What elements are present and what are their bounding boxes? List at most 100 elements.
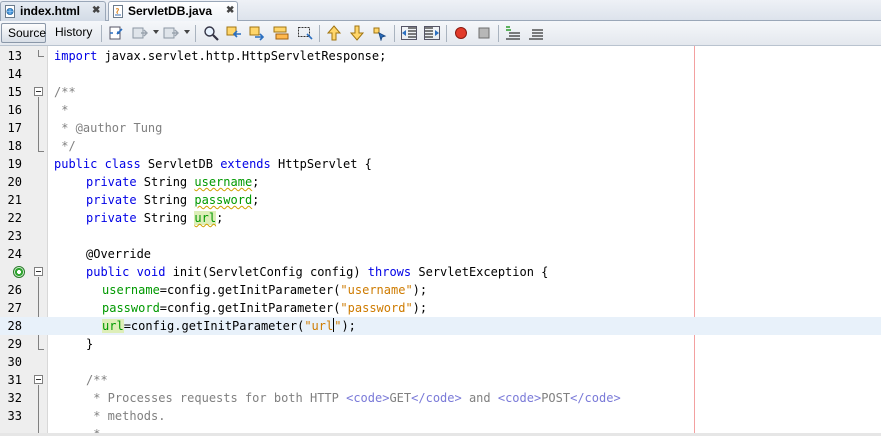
code-line[interactable]: 30 — [0, 353, 881, 371]
field-token: password — [194, 193, 253, 207]
code-token: ); — [412, 283, 428, 297]
source-view-button[interactable]: Source — [1, 23, 46, 43]
code-line[interactable]: 33 * methods. — [0, 407, 881, 425]
fold-toggle-icon[interactable] — [34, 267, 43, 276]
line-number: 30 — [7, 355, 22, 369]
comment-token: /** — [54, 85, 76, 99]
code-line[interactable]: 27 password=config.getInitParameter("pas… — [0, 299, 881, 317]
line-number: 22 — [7, 211, 22, 225]
toggle-bookmark-icon[interactable] — [372, 25, 388, 41]
close-tab-icon[interactable]: ✖ — [226, 2, 234, 20]
line-number: 21 — [7, 193, 22, 207]
code-line[interactable]: 31 /** — [0, 371, 881, 389]
html-tag-token: <code> — [497, 391, 542, 405]
field-token: username — [102, 283, 160, 297]
previous-bookmark-icon[interactable] — [326, 25, 342, 41]
line-number: 19 — [7, 157, 22, 171]
keyword-token: public class — [54, 157, 141, 171]
keyword-token: private — [86, 175, 137, 189]
code-line[interactable]: 19 public class ServletDB extends HttpSe… — [0, 155, 881, 173]
code-line[interactable]: 20 private String username; — [0, 173, 881, 191]
code-token: HttpServlet { — [270, 157, 372, 171]
string-token: "username" — [340, 283, 413, 297]
override-marker-icon[interactable] — [13, 266, 25, 278]
history-view-button[interactable]: History — [49, 23, 97, 43]
code-line[interactable]: 24 @Override — [0, 245, 881, 263]
html-tag-token: </code> — [411, 391, 462, 405]
code-line[interactable]: 15 /** — [0, 83, 881, 101]
code-token: ServletException { — [411, 265, 549, 279]
find-previous-icon[interactable] — [226, 25, 242, 41]
shift-right-icon[interactable] — [424, 25, 440, 41]
back-icon[interactable] — [132, 25, 148, 41]
code-text: url=config.getInitParameter("url"); — [102, 317, 356, 335]
chevron-down-icon[interactable] — [184, 30, 190, 34]
find-icon[interactable] — [203, 25, 219, 41]
code-text: */ — [54, 137, 76, 155]
code-line[interactable]: 29 } — [0, 335, 881, 353]
code-text: public class ServletDB extends HttpServl… — [54, 155, 372, 173]
stop-macro-icon[interactable] — [476, 25, 492, 41]
java-file-icon — [113, 5, 123, 18]
code-line[interactable]: 21 private String password; — [0, 191, 881, 209]
code-line[interactable]: 13 import javax.servlet.http.HttpServlet… — [0, 47, 881, 65]
current-code-line[interactable]: 28 url=config.getInitParameter("url"); — [0, 317, 881, 335]
comment-token: POST — [541, 391, 571, 405]
code-line[interactable]: 26 username=config.getInitParameter("use… — [0, 281, 881, 299]
code-line[interactable]: 14 — [0, 65, 881, 83]
find-selection-icon[interactable] — [297, 25, 313, 41]
code-text: private String password; — [86, 191, 259, 209]
comment-icon[interactable] — [505, 25, 521, 41]
code-token: String — [136, 175, 195, 189]
code-line[interactable]: public void init(ServletConfig config) t… — [0, 263, 881, 281]
toolbar-separator — [101, 25, 102, 42]
fold-toggle-icon[interactable] — [34, 375, 43, 384]
toolbar-separator — [446, 25, 447, 42]
line-number: 29 — [7, 337, 22, 351]
toggle-highlight-icon[interactable] — [273, 25, 289, 41]
uncomment-icon[interactable] — [528, 25, 544, 41]
code-line[interactable]: 17 * @author Tung — [0, 119, 881, 137]
code-token: ; — [216, 211, 224, 225]
tab-servletdb-java[interactable]: ServletDB.java ✖ — [108, 1, 238, 22]
line-number: 32 — [7, 391, 22, 405]
toolbar-separator — [498, 25, 499, 42]
close-tab-icon[interactable]: ✖ — [92, 2, 100, 20]
comment-token: * — [54, 103, 69, 117]
code-line[interactable]: 18 */ — [0, 137, 881, 155]
code-text: /** — [54, 83, 76, 101]
code-token: javax.servlet.http.HttpServletResponse; — [97, 49, 387, 63]
code-token: =config.getInitParameter( — [159, 283, 341, 297]
comment-token: GET — [389, 391, 412, 405]
field-token: username — [194, 175, 253, 189]
shift-left-icon[interactable] — [401, 25, 417, 41]
tab-label: ServletDB.java — [128, 4, 213, 18]
line-number: 27 — [7, 301, 22, 315]
code-text: } — [86, 335, 93, 353]
code-token: ServletDB — [140, 157, 221, 171]
next-bookmark-icon[interactable] — [349, 25, 365, 41]
code-line[interactable]: 32 * Processes requests for both HTTP <c… — [0, 389, 881, 407]
line-number: 14 — [7, 67, 22, 81]
keyword-token: private — [86, 211, 137, 225]
code-text: private String username; — [86, 173, 259, 191]
code-editor[interactable]: 13 import javax.servlet.http.HttpServlet… — [0, 46, 881, 441]
line-number: 20 — [7, 175, 22, 189]
tab-index-html[interactable]: index.html ✖ — [0, 1, 106, 21]
editor-tab-strip: index.html ✖ ServletDB.java ✖ — [0, 0, 881, 22]
comment-token: * methods. — [86, 409, 166, 423]
code-line[interactable]: 22 private String url; — [0, 209, 881, 227]
code-line[interactable]: 23 — [0, 227, 881, 245]
code-line[interactable]: 16 * — [0, 101, 881, 119]
tab-label: index.html — [20, 4, 81, 18]
fold-toggle-icon[interactable] — [34, 87, 43, 96]
comment-token: and — [461, 391, 498, 405]
find-next-icon[interactable] — [249, 25, 265, 41]
start-macro-icon[interactable] — [453, 25, 469, 41]
forward-icon[interactable] — [163, 25, 179, 41]
annotation-token: @Override — [86, 247, 152, 261]
html-file-icon — [5, 5, 15, 18]
chevron-down-icon[interactable] — [153, 30, 159, 34]
last-edit-icon[interactable] — [108, 25, 124, 41]
comment-token: */ — [54, 139, 76, 153]
